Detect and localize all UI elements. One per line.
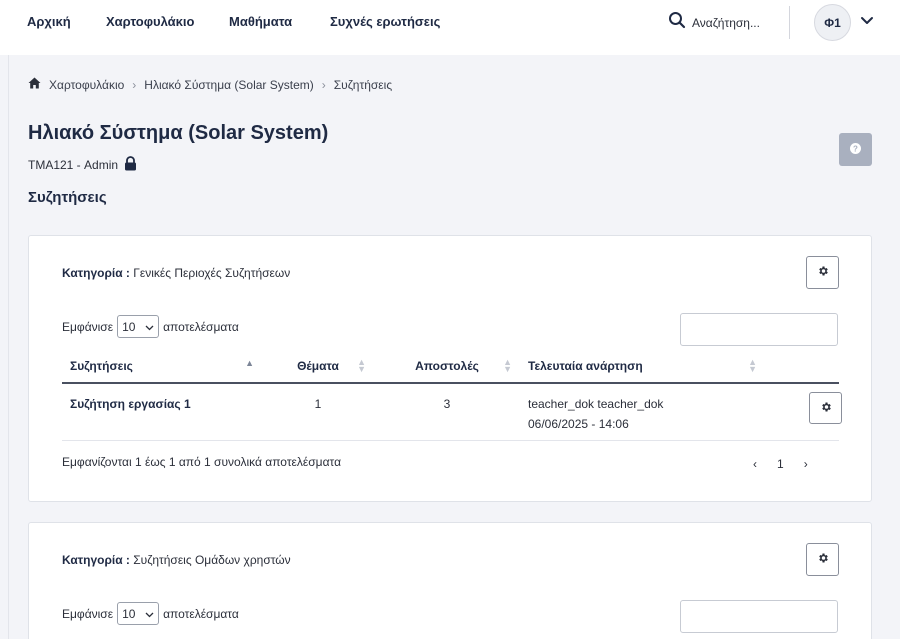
column-topics[interactable]: Θέματα ▲ ▼ bbox=[262, 350, 374, 384]
row-settings-button[interactable] bbox=[809, 392, 842, 424]
table-search-input[interactable] bbox=[680, 600, 838, 633]
table-header-row: Συζητήσεις ▲ Θέματα ▲ ▼ Αποστολές ▲ ▼ Τελε… bbox=[62, 350, 839, 384]
category-heading: Κατηγορία : Συζητήσεις Ομάδων χρηστών bbox=[62, 553, 291, 567]
table-info: Εμφανίζονται 1 έως 1 από 1 συνολικά αποτ… bbox=[62, 455, 342, 469]
category-card: Κατηγορία : Γενικές Περιοχές Συζητήσεων … bbox=[28, 235, 872, 502]
show-label: Εμφάνισε bbox=[62, 606, 114, 621]
breadcrumb-portfolio[interactable]: Χαρτοφυλάκιο bbox=[49, 78, 124, 92]
pagination-page[interactable]: 1 bbox=[777, 457, 784, 471]
svg-text:?: ? bbox=[853, 144, 858, 153]
search-icon[interactable] bbox=[668, 11, 686, 34]
category-settings-button[interactable] bbox=[806, 256, 839, 289]
sort-asc-icon: ▲ bbox=[245, 358, 254, 368]
sort-icon: ▲ ▼ bbox=[503, 357, 512, 374]
nav-courses[interactable]: Μαθήματα bbox=[229, 14, 292, 29]
category-card: Κατηγορία : Συζητήσεις Ομάδων χρηστών Εμ… bbox=[28, 522, 872, 639]
pagination-next[interactable]: › bbox=[804, 457, 808, 471]
category-label: Κατηγορία : bbox=[62, 266, 130, 280]
search-placeholder: Αναζήτηση... bbox=[692, 15, 760, 30]
column-posts[interactable]: Αποστολές ▲ ▼ bbox=[374, 350, 520, 384]
top-navbar: Αρχική Χαρτοφυλάκιο Μαθήματα Συχνές ερωτ… bbox=[0, 0, 900, 55]
section-title: Συζητήσεις bbox=[28, 189, 107, 206]
breadcrumb-separator-icon: › bbox=[321, 77, 326, 92]
lock-icon bbox=[124, 156, 137, 174]
table-search-input[interactable] bbox=[680, 313, 838, 346]
pagination: ‹ 1 › bbox=[753, 457, 808, 471]
sort-icon: ▲ ▼ bbox=[357, 357, 366, 374]
results-label: αποτελέσματα bbox=[163, 606, 239, 621]
column-forums[interactable]: Συζητήσεις ▲ bbox=[62, 350, 262, 384]
column-last-post[interactable]: Τελευταία ανάρτηση ▲ ▼ bbox=[520, 350, 765, 384]
gear-icon bbox=[817, 551, 829, 569]
breadcrumb-course[interactable]: Ηλιακό Σύστημα (Solar System) bbox=[144, 78, 313, 92]
help-button[interactable]: ? bbox=[839, 133, 872, 166]
course-subtitle: ΤΜΑ121 - Admin bbox=[28, 156, 137, 174]
category-heading: Κατηγορία : Γενικές Περιοχές Συζητήσεων bbox=[62, 266, 290, 280]
question-icon: ? bbox=[850, 141, 861, 159]
row-actions-cell bbox=[765, 383, 842, 441]
nav-home[interactable]: Αρχική bbox=[27, 14, 71, 29]
page-size-value: 10 bbox=[122, 606, 136, 621]
page-title: Ηλιακό Σύστημα (Solar System) bbox=[28, 122, 329, 144]
category-name: Γενικές Περιοχές Συζητήσεων bbox=[133, 266, 291, 280]
chevron-down-icon bbox=[145, 320, 154, 334]
page-size-value: 10 bbox=[122, 319, 136, 334]
page-size-select[interactable]: 10 bbox=[117, 315, 160, 338]
table-row: Συζήτηση εργασίας 1 1 3 teacher_dok teac… bbox=[62, 383, 842, 441]
pagination-prev[interactable]: ‹ bbox=[753, 457, 757, 471]
posts-count: 3 bbox=[374, 383, 520, 441]
breadcrumb: Χαρτοφυλάκιο › Ηλιακό Σύστημα (Solar Sys… bbox=[28, 77, 392, 92]
home-icon[interactable] bbox=[28, 77, 41, 92]
course-code: ΤΜΑ121 - Admin bbox=[28, 158, 119, 172]
breadcrumb-current: Συζητήσεις bbox=[333, 77, 393, 92]
last-post-date: 06/06/2025 - 14:06 bbox=[528, 417, 629, 431]
category-name: Συζητήσεις Ομάδων χρηστών bbox=[133, 553, 291, 567]
last-post-user: teacher_dok teacher_dok bbox=[528, 397, 664, 411]
last-post-cell: teacher_dok teacher_dok 06/06/2025 - 14:… bbox=[520, 383, 765, 441]
page-left-border bbox=[8, 55, 9, 639]
chevron-down-icon[interactable] bbox=[860, 14, 874, 33]
nav-faq[interactable]: Συχνές ερωτήσεις bbox=[330, 14, 440, 29]
nav-divider bbox=[789, 6, 790, 39]
forums-table: Συζητήσεις ▲ Θέματα ▲ ▼ Αποστολές ▲ ▼ Τελε… bbox=[62, 350, 842, 441]
page-length-control: Εμφάνισε 10 αποτελέσματα bbox=[62, 315, 239, 338]
page-length-control: Εμφάνισε 10 αποτελέσματα bbox=[62, 602, 239, 625]
sort-icon: ▲ ▼ bbox=[748, 357, 757, 374]
column-actions bbox=[765, 350, 839, 384]
search-box[interactable]: Αναζήτηση... bbox=[668, 11, 760, 34]
category-settings-button[interactable] bbox=[806, 543, 839, 576]
forum-link[interactable]: Συζήτηση εργασίας 1 bbox=[62, 383, 262, 441]
gear-icon bbox=[820, 401, 832, 416]
page-size-select[interactable]: 10 bbox=[117, 602, 160, 625]
gear-icon bbox=[817, 264, 829, 282]
category-label: Κατηγορία : bbox=[62, 553, 130, 567]
show-label: Εμφάνισε bbox=[62, 319, 114, 334]
topics-count: 1 bbox=[262, 383, 374, 441]
avatar[interactable]: Φ1 bbox=[814, 4, 851, 41]
nav-portfolio[interactable]: Χαρτοφυλάκιο bbox=[106, 14, 194, 29]
chevron-down-icon bbox=[145, 607, 154, 621]
breadcrumb-separator-icon: › bbox=[132, 77, 137, 92]
results-label: αποτελέσματα bbox=[163, 319, 239, 334]
